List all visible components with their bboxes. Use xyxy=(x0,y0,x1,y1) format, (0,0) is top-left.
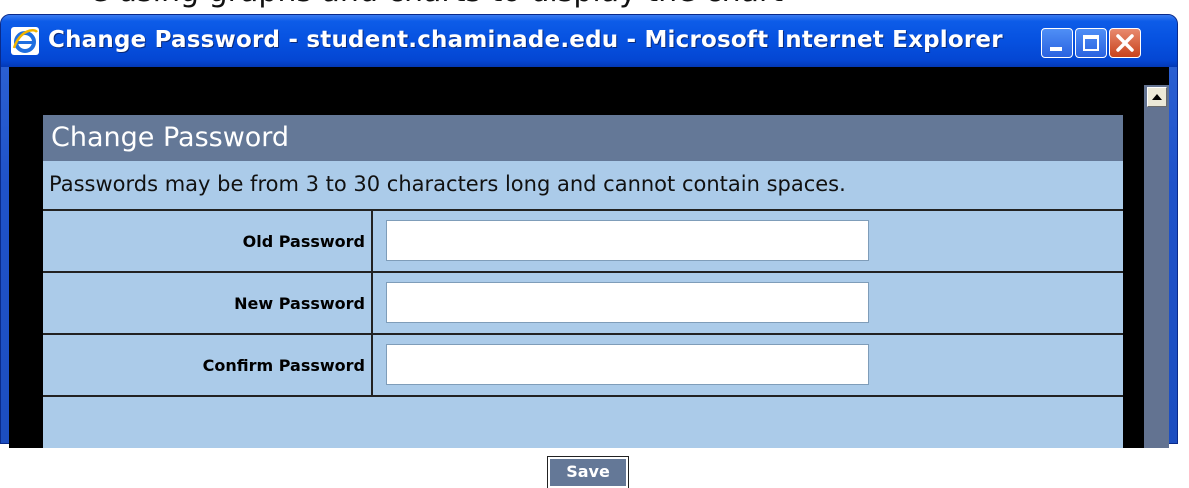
form-title: Change Password xyxy=(51,122,290,153)
change-password-form: Change Password Passwords may be from 3 … xyxy=(43,115,1123,488)
divider xyxy=(43,333,1123,335)
window-title: Change Password - student.chaminade.edu … xyxy=(48,27,1003,53)
close-button[interactable] xyxy=(1109,28,1141,58)
divider xyxy=(43,271,1123,273)
browser-content: Change Password Passwords may be from 3 … xyxy=(9,67,1169,488)
new-password-field[interactable] xyxy=(386,282,869,323)
old-password-field[interactable] xyxy=(386,220,869,261)
arrow-up-icon xyxy=(1152,94,1162,100)
title-bar[interactable]: Change Password - student.chaminade.edu … xyxy=(1,15,1177,67)
divider xyxy=(43,209,1123,211)
internet-explorer-icon xyxy=(11,27,39,55)
minimize-icon xyxy=(1050,47,1062,51)
scrollbar-track[interactable] xyxy=(1147,107,1169,448)
password-instructions: Passwords may be from 3 to 30 characters… xyxy=(49,172,846,196)
ie-window: Change Password - student.chaminade.edu … xyxy=(0,14,1178,488)
confirm-password-field[interactable] xyxy=(386,344,869,385)
maximize-button[interactable] xyxy=(1075,28,1107,58)
old-password-label: Old Password xyxy=(242,232,365,251)
scroll-up-button[interactable] xyxy=(1147,87,1167,107)
form-header: Change Password xyxy=(43,115,1123,161)
close-icon xyxy=(1116,34,1134,52)
minimize-button[interactable] xyxy=(1041,28,1073,58)
divider xyxy=(371,209,373,397)
confirm-password-label: Confirm Password xyxy=(202,356,365,375)
new-password-label: New Password xyxy=(234,294,365,313)
divider xyxy=(43,395,1123,397)
maximize-icon xyxy=(1083,35,1099,51)
clipped-page-text: e using graphs and charts to display the… xyxy=(90,0,783,9)
save-button[interactable]: Save xyxy=(547,456,629,488)
